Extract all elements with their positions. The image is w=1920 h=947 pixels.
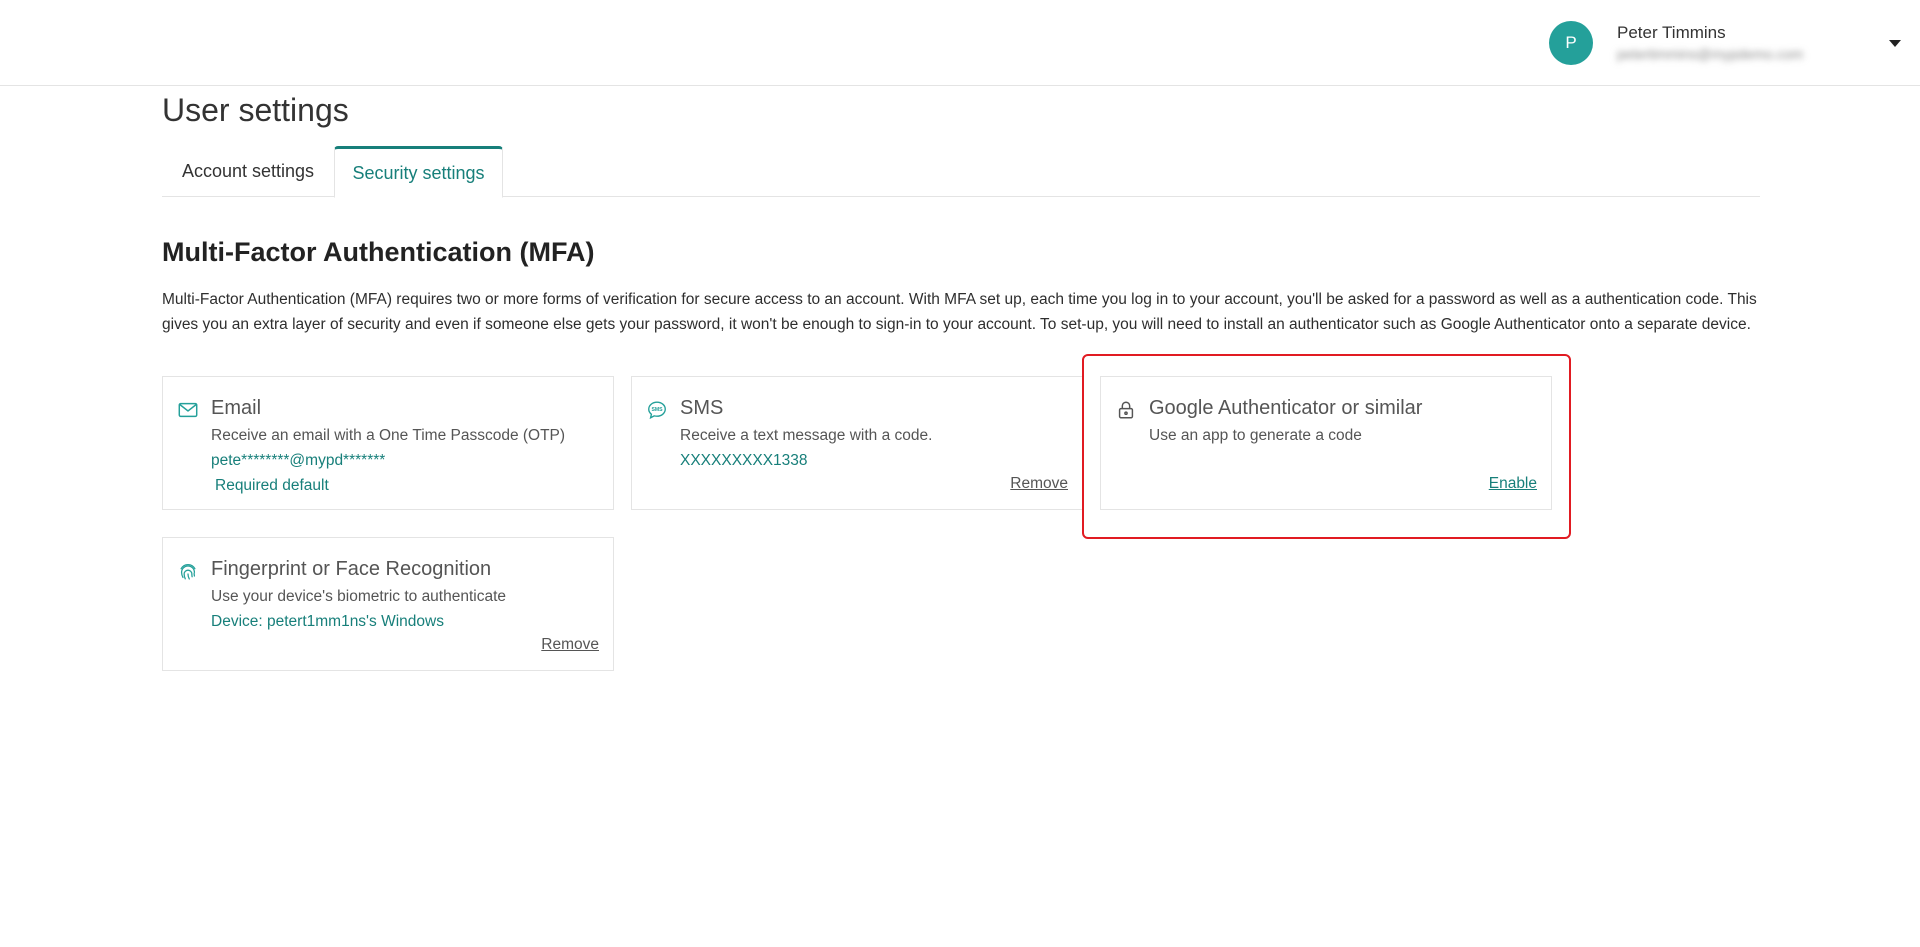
biometric-remove-link[interactable]: Remove bbox=[541, 634, 599, 655]
tab-account-settings[interactable]: Account settings bbox=[162, 146, 334, 197]
mail-icon bbox=[177, 399, 199, 421]
mfa-card-email: Email Receive an email with a One Time P… bbox=[162, 376, 614, 510]
card-title: Fingerprint or Face Recognition bbox=[211, 558, 492, 580]
page-title: User settings bbox=[162, 92, 349, 128]
user-menu-caret-icon[interactable] bbox=[1889, 40, 1901, 47]
highlight-box bbox=[1082, 354, 1571, 539]
user-name: Peter Timmins bbox=[1617, 23, 1726, 42]
card-title: Email bbox=[211, 397, 262, 419]
mfa-section-title: Multi-Factor Authentication (MFA) bbox=[162, 237, 595, 267]
mfa-card-biometric: Fingerprint or Face Recognition Use your… bbox=[162, 537, 614, 671]
phone-value: XXXXXXXXX1338 bbox=[680, 452, 808, 469]
mfa-card-sms: SMS SMS Receive a text message with a co… bbox=[631, 376, 1083, 510]
user-email: petertimmins@mypdemo.com bbox=[1617, 46, 1804, 62]
card-subtitle: Receive an email with a One Time Passcod… bbox=[211, 427, 566, 444]
mfa-description: Multi-Factor Authentication (MFA) requir… bbox=[162, 291, 1757, 333]
sms-remove-link[interactable]: Remove bbox=[1010, 473, 1068, 494]
card-title: SMS bbox=[680, 397, 724, 419]
card-subtitle: Use your device's biometric to authentic… bbox=[211, 588, 507, 605]
user-info: Peter Timmins petertimmins@mypdemo.com bbox=[1617, 22, 1873, 64]
fingerprint-icon bbox=[177, 560, 199, 582]
device-value: Device: petert1mm1ns's Windows bbox=[211, 613, 444, 630]
settings-tabs: Account settings Security settings bbox=[162, 146, 1760, 198]
card-subtitle: Receive a text message with a code. bbox=[680, 427, 933, 444]
sms-icon: SMS bbox=[646, 399, 668, 421]
top-bar: P Peter Timmins petertimmins@mypdemo.com bbox=[0, 0, 1920, 86]
avatar[interactable]: P bbox=[1549, 21, 1593, 65]
user-menu[interactable]: P Peter Timmins petertimmins@mypdemo.com bbox=[1549, 21, 1873, 65]
email-value: pete********@mypd******* bbox=[211, 452, 386, 469]
svg-text:SMS: SMS bbox=[651, 407, 663, 413]
tab-security-settings[interactable]: Security settings bbox=[334, 146, 503, 198]
required-default-badge: Required default bbox=[215, 477, 329, 494]
